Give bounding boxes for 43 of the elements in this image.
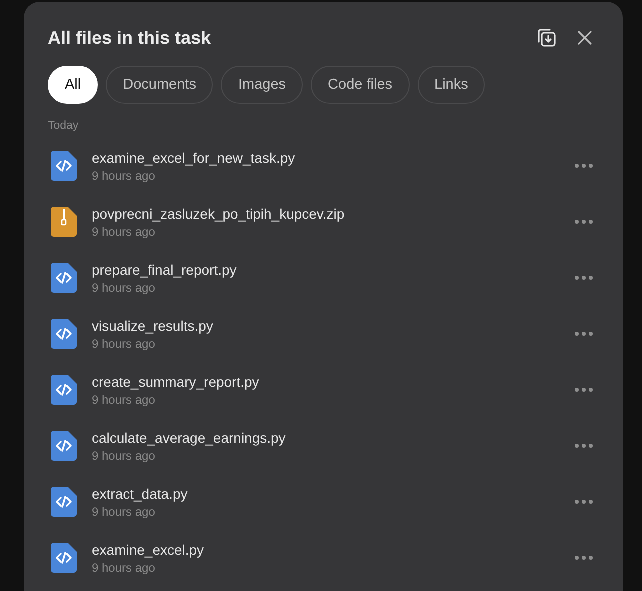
file-timestamp: 9 hours ago — [92, 224, 156, 238]
more-icon — [575, 276, 593, 280]
filter-tab[interactable]: All — [48, 66, 98, 104]
more-icon — [575, 332, 593, 336]
dialog-title: All files in this task — [48, 28, 212, 48]
file-name: prepare_final_report.py — [92, 262, 238, 278]
file-name: calculate_average_earnings.py — [92, 430, 287, 446]
more-icon — [575, 444, 593, 448]
download-copy-icon — [535, 27, 557, 49]
more-icon — [575, 500, 593, 504]
code-file-icon — [51, 151, 77, 181]
file-timestamp: 9 hours ago — [92, 448, 156, 462]
file-name: extract_data.py — [92, 486, 189, 502]
filter-tab[interactable]: Documents — [106, 66, 214, 104]
code-file-icon — [51, 375, 77, 405]
code-file-icon — [51, 431, 77, 461]
code-file-icon — [51, 487, 77, 517]
file-timestamp: 9 hours ago — [92, 336, 156, 350]
file-timestamp: 9 hours ago — [92, 168, 156, 182]
file-timestamp: 9 hours ago — [92, 280, 156, 294]
file-name: examine_excel_for_new_task.py — [92, 150, 296, 166]
more-icon — [575, 164, 593, 168]
more-icon — [575, 220, 593, 224]
file-timestamp: 9 hours ago — [92, 392, 156, 406]
file-timestamp: 9 hours ago — [92, 560, 156, 574]
code-file-icon — [51, 263, 77, 293]
close-button[interactable] — [577, 30, 593, 46]
more-icon — [575, 556, 593, 560]
code-file-icon — [51, 543, 77, 573]
section-heading: Today — [48, 120, 80, 134]
filter-tab[interactable]: Images — [221, 66, 304, 104]
code-file-icon — [51, 319, 77, 349]
file-timestamp: 9 hours ago — [92, 504, 156, 518]
filter-tab[interactable]: Links — [418, 66, 486, 104]
download-all-button[interactable] — [535, 27, 557, 49]
zip-file-icon — [51, 207, 77, 237]
file-name: visualize_results.py — [92, 318, 214, 334]
more-icon — [575, 388, 593, 392]
file-name: examine_excel.py — [92, 542, 206, 558]
close-icon — [577, 30, 593, 46]
filter-tab[interactable]: Code files — [311, 66, 410, 104]
file-name: create_summary_report.py — [92, 374, 260, 390]
file-name: povprecni_zasluzek_po_tipih_kupcev.zip — [92, 206, 346, 222]
